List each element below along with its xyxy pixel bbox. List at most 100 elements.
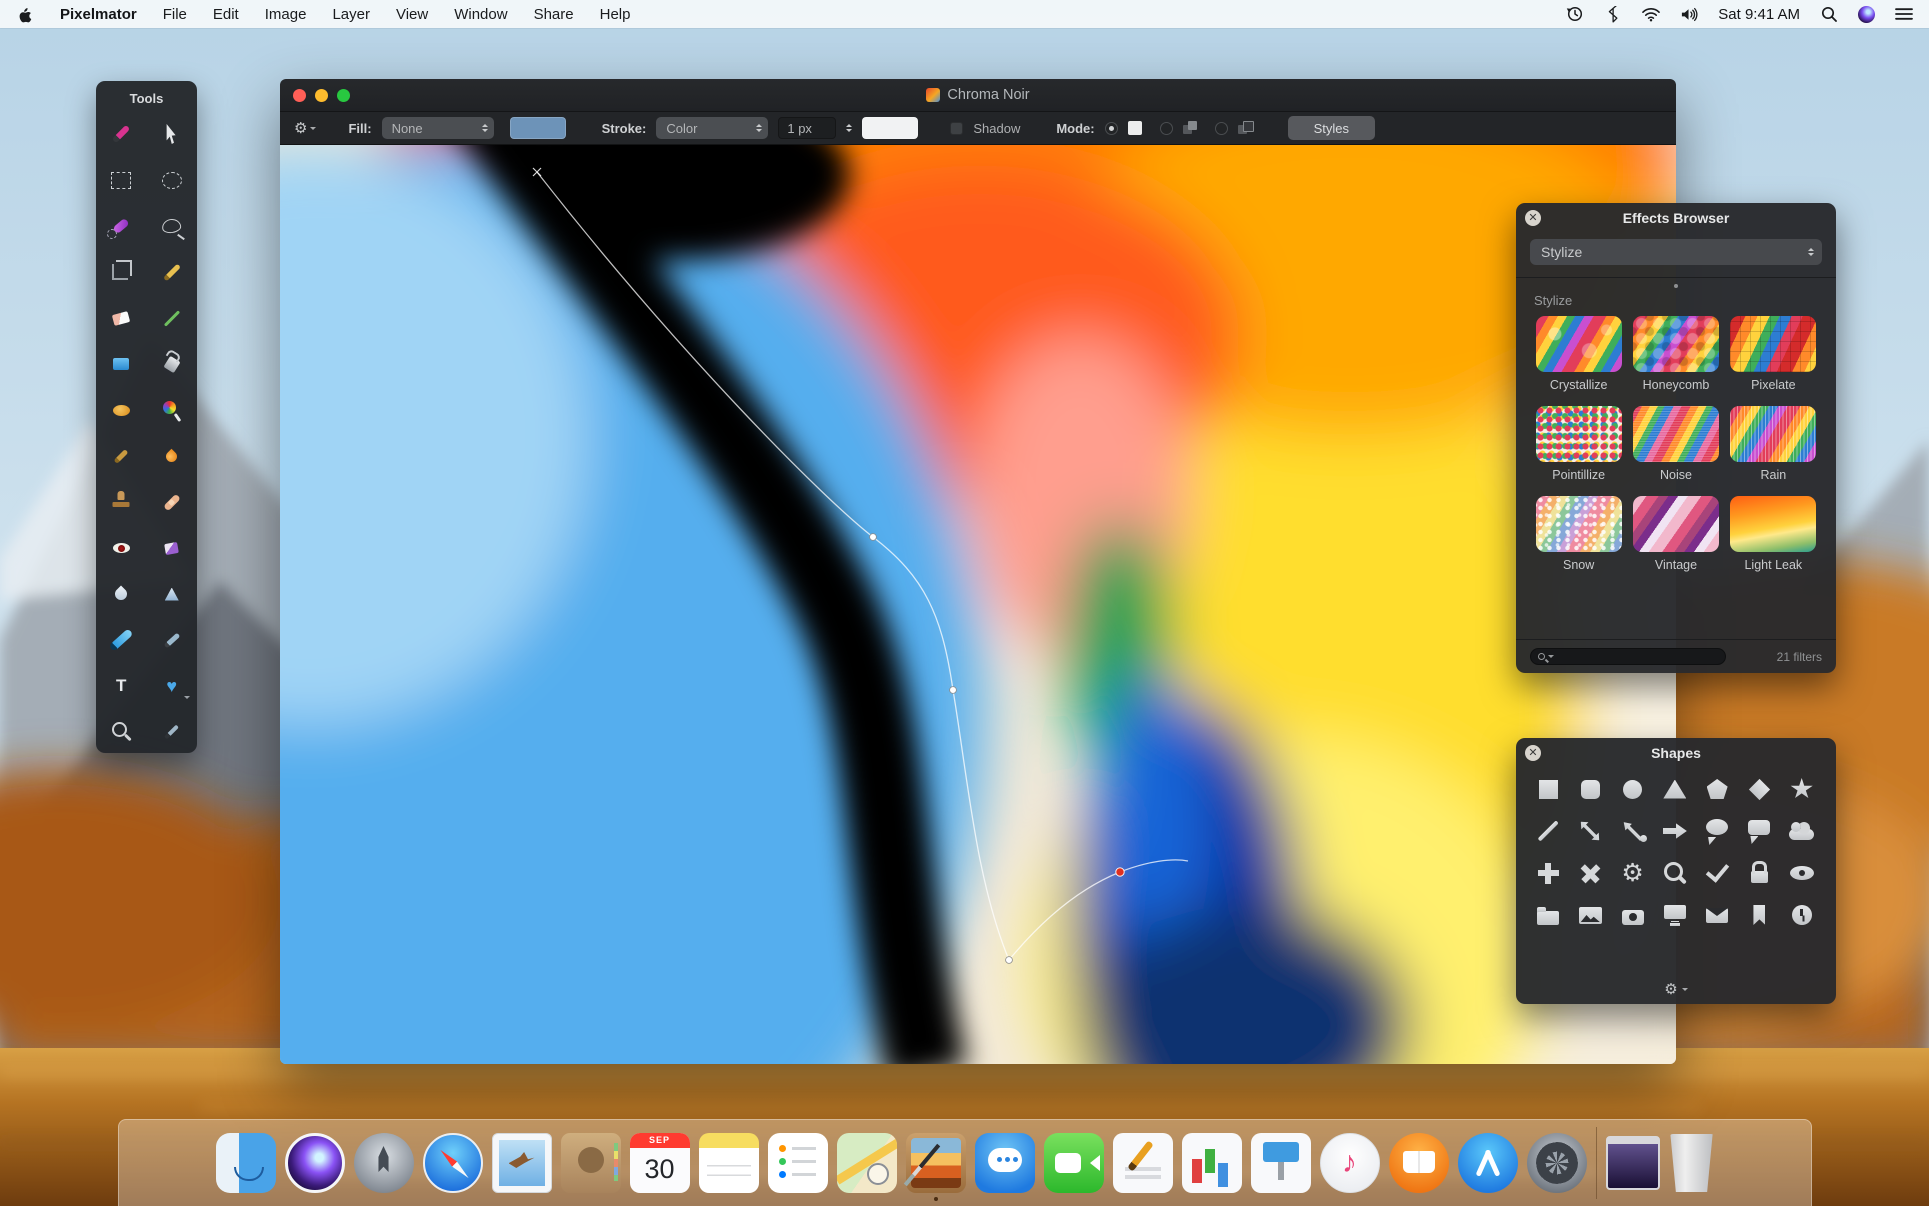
document-canvas[interactable]: [280, 145, 1676, 1064]
menu-layer[interactable]: Layer: [332, 6, 370, 23]
shape-diamond-icon[interactable]: [1739, 772, 1779, 806]
dock-system-preferences[interactable]: [1526, 1133, 1587, 1193]
tool-type-icon[interactable]: T: [98, 663, 144, 709]
effects-browser-header[interactable]: ✕ Effects Browser: [1516, 203, 1836, 233]
tool-eyedropper-icon[interactable]: [149, 709, 195, 755]
dock-contacts[interactable]: [560, 1133, 621, 1193]
mode-exclude-radio[interactable]: [1214, 121, 1228, 135]
effect-pixelate[interactable]: Pixelate: [1725, 316, 1822, 392]
menu-file[interactable]: File: [163, 6, 187, 23]
effect-thumbnail[interactable]: [1535, 316, 1622, 372]
stroke-color-swatch[interactable]: [862, 117, 919, 139]
tool-ellipse-shape-icon[interactable]: [98, 387, 144, 433]
shape-square-icon[interactable]: [1528, 772, 1568, 806]
bluetooth-icon[interactable]: [1604, 5, 1622, 23]
shape-arrow-two-way-icon[interactable]: [1570, 814, 1610, 848]
stroke-dropdown[interactable]: Color: [656, 117, 769, 139]
shape-cloud-icon[interactable]: [1782, 814, 1822, 848]
tool-red-eye-icon[interactable]: [98, 525, 144, 571]
shape-triangle-icon[interactable]: [1655, 772, 1695, 806]
tool-shape-rect-icon[interactable]: [98, 341, 144, 387]
dock-ibooks[interactable]: [1388, 1133, 1449, 1193]
minimize-window-button[interactable]: [315, 88, 328, 102]
styles-button[interactable]: Styles: [1287, 116, 1376, 140]
tool-clone-stamp-icon[interactable]: [98, 479, 144, 525]
tool-custom-shape-icon[interactable]: ♥: [149, 663, 195, 709]
shape-checkmark-icon[interactable]: [1697, 856, 1737, 890]
dock-pages[interactable]: [1112, 1133, 1173, 1193]
notification-center-icon[interactable]: [1895, 5, 1913, 23]
effect-thumbnail[interactable]: [1730, 496, 1817, 552]
shape-magnifier-icon[interactable]: [1655, 856, 1695, 890]
shape-multiply-icon[interactable]: [1570, 856, 1610, 890]
time-machine-icon[interactable]: [1566, 5, 1584, 23]
dock-calendar[interactable]: SEP 30: [629, 1133, 690, 1193]
shadow-checkbox[interactable]: [950, 121, 964, 135]
dock-mail[interactable]: [491, 1133, 552, 1193]
menu-help[interactable]: Help: [600, 6, 631, 23]
effects-category-dropdown[interactable]: Stylize: [1530, 239, 1822, 265]
tool-sharpen-icon[interactable]: [149, 571, 195, 617]
tool-rect-marquee-icon[interactable]: [98, 157, 144, 203]
fill-color-swatch[interactable]: [509, 117, 566, 139]
menu-window[interactable]: Window: [454, 6, 507, 23]
shape-clock-icon[interactable]: [1782, 898, 1822, 932]
fill-dropdown[interactable]: None: [381, 117, 494, 139]
close-icon[interactable]: ✕: [1525, 210, 1541, 226]
tool-slice-icon[interactable]: [149, 249, 195, 295]
close-window-button[interactable]: [293, 88, 306, 102]
dock-siri[interactable]: [284, 1133, 345, 1193]
shape-line-with-dot-icon[interactable]: [1613, 814, 1653, 848]
shape-envelope-icon[interactable]: [1697, 898, 1737, 932]
stroke-width-stepper[interactable]: [846, 124, 853, 132]
tool-zoom-icon[interactable]: [98, 709, 144, 755]
effect-thumbnail[interactable]: [1632, 496, 1719, 552]
tool-brush-icon[interactable]: [98, 433, 144, 479]
effect-rain[interactable]: Rain: [1725, 406, 1822, 482]
close-icon[interactable]: ✕: [1525, 745, 1541, 761]
shape-star-icon[interactable]: [1782, 772, 1822, 806]
shape-speech-bubble-round-icon[interactable]: [1697, 814, 1737, 848]
effect-vintage[interactable]: Vintage: [1627, 496, 1724, 572]
tool-blur-icon[interactable]: [98, 571, 144, 617]
menu-bar-clock[interactable]: Sat 9:41 AM: [1718, 6, 1800, 23]
shape-line-icon[interactable]: [1528, 814, 1568, 848]
tool-pencil-icon[interactable]: [149, 433, 195, 479]
effect-pointillize[interactable]: Pointillize: [1530, 406, 1627, 482]
effect-honeycomb[interactable]: Honeycomb: [1627, 316, 1724, 392]
active-app-name[interactable]: Pixelmator: [60, 6, 137, 23]
shape-eye-icon[interactable]: [1782, 856, 1822, 890]
dock-finder[interactable]: [215, 1133, 276, 1193]
dock-numbers[interactable]: [1181, 1133, 1242, 1193]
effect-thumbnail[interactable]: [1535, 406, 1622, 462]
dock-safari[interactable]: [422, 1133, 483, 1193]
tool-paint-bucket-icon[interactable]: [149, 341, 195, 387]
shapes-panel-header[interactable]: ✕ Shapes: [1516, 738, 1836, 768]
spotlight-icon[interactable]: [1820, 5, 1838, 23]
shape-arrow-right-icon[interactable]: [1655, 814, 1695, 848]
apple-menu-icon[interactable]: [16, 5, 34, 23]
siri-icon[interactable]: [1858, 5, 1875, 23]
shape-gear-icon[interactable]: ⚙: [1613, 856, 1653, 890]
shape-pentagon-icon[interactable]: [1697, 772, 1737, 806]
tool-quick-select-icon[interactable]: [98, 111, 144, 157]
effect-noise[interactable]: Noise: [1627, 406, 1724, 482]
dock-facetime[interactable]: [1043, 1133, 1104, 1193]
dock-minimized-window[interactable]: [1605, 1136, 1660, 1190]
tool-crop-icon[interactable]: [98, 249, 144, 295]
dock-launchpad[interactable]: [353, 1133, 414, 1193]
volume-icon[interactable]: [1680, 5, 1698, 23]
shapes-settings-button[interactable]: ⚙: [1516, 980, 1836, 998]
effect-snow[interactable]: Snow: [1530, 496, 1627, 572]
effect-thumbnail[interactable]: [1632, 316, 1719, 372]
tool-options-gear-button[interactable]: ⚙: [294, 119, 317, 137]
menu-view[interactable]: View: [396, 6, 428, 23]
dock-keynote[interactable]: [1250, 1133, 1311, 1193]
dock-messages[interactable]: [974, 1133, 1035, 1193]
menu-edit[interactable]: Edit: [213, 6, 239, 23]
effect-thumbnail[interactable]: [1632, 406, 1719, 462]
tool-pen-icon[interactable]: [98, 617, 144, 663]
dock-trash[interactable]: [1670, 1134, 1713, 1192]
zoom-window-button[interactable]: [337, 88, 350, 102]
shape-picture-icon[interactable]: [1570, 898, 1610, 932]
